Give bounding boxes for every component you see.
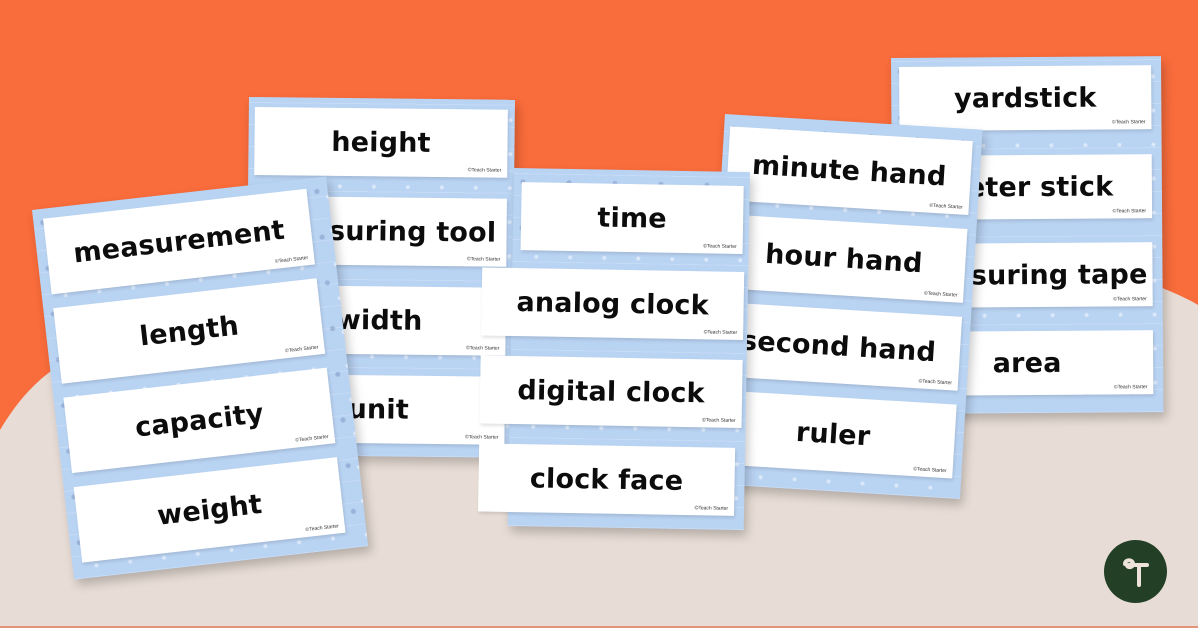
word-card: length ©Teach Starter xyxy=(53,278,326,384)
brand-mark: ©Teach Starter xyxy=(305,523,340,534)
word-card-text: width xyxy=(335,304,423,337)
word-card-text: second hand xyxy=(740,324,937,368)
word-card-text: unit xyxy=(347,393,410,426)
word-card: digital clock ©Teach Starter xyxy=(479,355,743,429)
word-card-text: yardstick xyxy=(953,82,1097,115)
word-card-text: minute hand xyxy=(751,149,948,193)
word-card: weight ©Teach Starter xyxy=(73,457,346,563)
brand-mark: ©Teach Starter xyxy=(918,378,953,387)
word-card-text: length xyxy=(138,309,241,353)
word-card-sheet-3: time ©Teach Starter analog clock ©Teach … xyxy=(478,168,750,531)
brand-mark: ©Teach Starter xyxy=(1113,384,1148,391)
brand-mark: ©Teach Starter xyxy=(1112,208,1147,215)
word-card: second hand ©Teach Starter xyxy=(714,302,963,391)
brand-mark: ©Teach Starter xyxy=(464,434,499,441)
brand-mark: ©Teach Starter xyxy=(465,345,500,352)
word-card-text: weight xyxy=(155,488,264,532)
word-card: hour hand ©Teach Starter xyxy=(720,214,968,303)
t-glyph-icon xyxy=(1122,557,1149,587)
word-card-text: digital clock xyxy=(517,374,706,409)
brand-mark: ©Teach Starter xyxy=(703,243,737,250)
brand-mark: ©Teach Starter xyxy=(703,329,738,336)
word-card: analog clock ©Teach Starter xyxy=(481,267,745,341)
word-card: measurement ©Teach Starter xyxy=(43,188,315,295)
word-card-text: area xyxy=(992,347,1062,379)
brand-mark: ©Teach Starter xyxy=(923,290,958,299)
word-card-text: measurement xyxy=(71,214,287,269)
word-card-text: analog clock xyxy=(516,286,710,321)
brand-mark: ©Teach Starter xyxy=(284,344,319,355)
word-card: clock face ©Teach Starter xyxy=(478,443,736,516)
brand-mark: ©Teach Starter xyxy=(1113,296,1147,303)
teach-starter-logo-icon[interactable] xyxy=(1104,540,1167,603)
word-card: time ©Teach Starter xyxy=(520,182,744,255)
word-card-text: time xyxy=(597,201,668,235)
word-card: ruler ©Teach Starter xyxy=(709,389,957,479)
word-card: capacity ©Teach Starter xyxy=(63,367,336,474)
brand-mark: ©Teach Starter xyxy=(466,256,501,263)
brand-mark: ©Teach Starter xyxy=(1112,119,1146,126)
brand-mark: ©Teach Starter xyxy=(694,505,729,512)
word-card-text: clock face xyxy=(529,462,684,497)
brand-mark: ©Teach Starter xyxy=(702,417,736,424)
word-card-text: height xyxy=(331,126,431,159)
brand-mark: ©Teach Starter xyxy=(274,255,309,265)
word-card-sheet-1: measurement ©Teach Starter length ©Teach… xyxy=(32,176,369,580)
word-card: height ©Teach Starter xyxy=(254,107,508,178)
brand-mark: ©Teach Starter xyxy=(467,167,502,174)
brand-mark: ©Teach Starter xyxy=(295,433,329,444)
word-card: minute hand ©Teach Starter xyxy=(725,126,973,216)
word-card-text: ruler xyxy=(795,416,872,452)
brand-mark: ©Teach Starter xyxy=(929,202,963,211)
word-card-text: capacity xyxy=(133,397,266,444)
word-card: yardstick ©Teach Starter xyxy=(899,65,1152,131)
brand-mark: ©Teach Starter xyxy=(913,466,947,475)
word-card-text: hour hand xyxy=(764,238,924,279)
